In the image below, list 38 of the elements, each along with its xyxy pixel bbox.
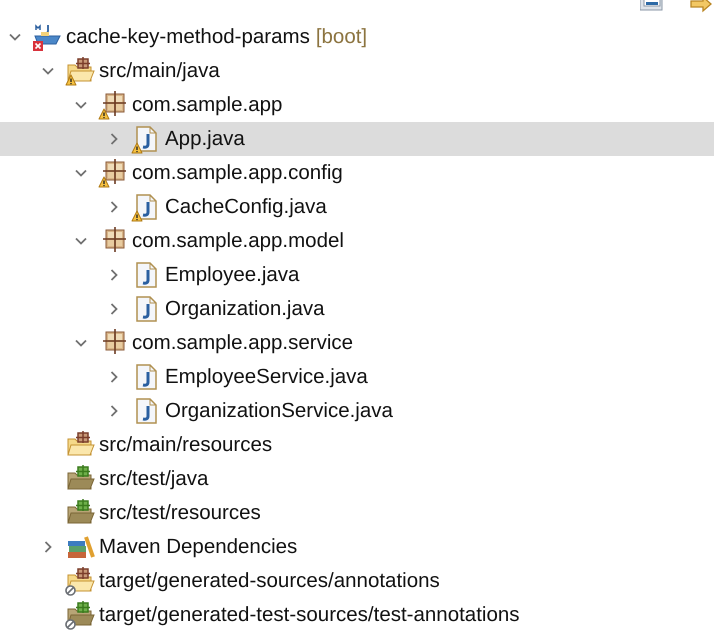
tree-item[interactable]: App.java [0,122,714,156]
tree-item[interactable]: cache-key-method-params [boot] [0,20,714,54]
item-label: src/main/java [99,59,220,83]
tree-item[interactable]: Maven Dependencies [0,530,714,564]
tree-item[interactable]: EmployeeService.java [0,360,714,394]
item-label: OrganizationService.java [165,399,393,423]
arrow-icon[interactable] [690,0,712,14]
tree-item[interactable]: com.sample.app [0,88,714,122]
tree-item[interactable]: OrganizationService.java [0,394,714,428]
item-label: EmployeeService.java [165,365,368,389]
item-label: Employee.java [165,263,300,287]
tree-item[interactable]: target/generated-test-sources/test-annotations [0,598,714,630]
item-label: target/generated-test-sources/test-annotations [99,603,520,627]
item-label: src/test/java [99,467,208,491]
item-label: com.sample.app.config [132,161,343,185]
item-label: src/test/resources [99,501,261,525]
item-label: com.sample.app.service [132,331,354,355]
item-label: com.sample.app.model [132,229,344,253]
item-label: Organization.java [165,297,325,321]
item-label: App.java [165,127,245,151]
item-label: target/generated-sources/annotations [99,569,440,593]
tree-item[interactable]: src/main/java [0,54,714,88]
item-label: cache-key-method-params [66,25,310,49]
tree-item[interactable]: target/generated-sources/annotations [0,564,714,598]
tree-item[interactable]: Organization.java [0,292,714,326]
item-label: src/main/resources [99,433,272,457]
tree-item[interactable]: com.sample.app.config [0,156,714,190]
tree-item[interactable]: src/main/resources [0,428,714,462]
item-label: CacheConfig.java [165,195,327,219]
tree-item[interactable]: CacheConfig.java [0,190,714,224]
tree-item[interactable]: com.sample.app.model [0,224,714,258]
tree-item[interactable]: src/test/java [0,462,714,496]
tree-item[interactable]: src/test/resources [0,496,714,530]
item-label: Maven Dependencies [99,535,298,559]
tree-item[interactable]: com.sample.app.service [0,326,714,360]
tree-item[interactable]: Employee.java [0,258,714,292]
item-suffix: [boot] [316,25,368,49]
item-label: com.sample.app [132,93,282,117]
